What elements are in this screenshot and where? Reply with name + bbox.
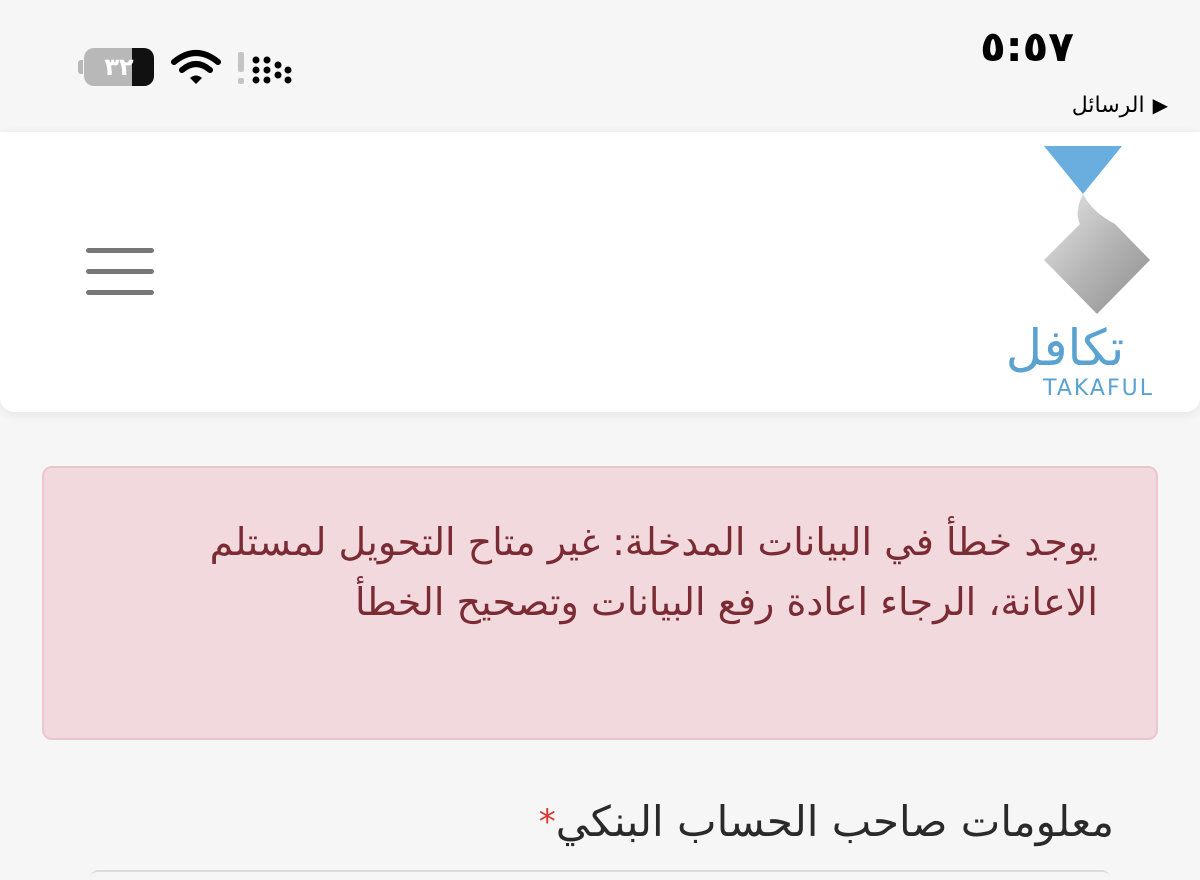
status-time: ٥:٥٧ [980, 22, 1074, 71]
error-alert: يوجد خطأ في البيانات المدخلة: غير متاح ا… [42, 466, 1158, 740]
battery-level: ٣٢ [104, 53, 134, 81]
section-title-text: معلومات صاحب الحساب البنكي [555, 797, 1114, 846]
battery-icon: ٣٢ [78, 48, 158, 86]
cellular-signal-icon [238, 52, 292, 84]
back-arrow-icon: ▶ [1152, 93, 1168, 117]
site-header: تكافل TAKAFUL [0, 132, 1200, 412]
back-link-label: الرسائل [1071, 92, 1145, 118]
logo-arabic-text: تكافل [1005, 319, 1125, 377]
status-bar: ٥:٥٧ ▶ الرسائل ٣٢ [0, 0, 1200, 130]
form-field-top-edge[interactable] [90, 870, 1110, 880]
required-marker: * [538, 802, 556, 842]
logo-latin-text: TAKAFUL [1043, 376, 1154, 401]
hamburger-menu-icon[interactable] [84, 244, 156, 300]
takaful-logo[interactable]: تكافل TAKAFUL [970, 142, 1160, 402]
back-to-messages-link[interactable]: ▶ الرسائل [1040, 88, 1168, 122]
logo-mark-icon [1044, 146, 1150, 314]
wifi-icon [171, 50, 221, 84]
bank-account-holder-section-title: معلومات صاحب الحساب البنكي* [300, 792, 1114, 852]
